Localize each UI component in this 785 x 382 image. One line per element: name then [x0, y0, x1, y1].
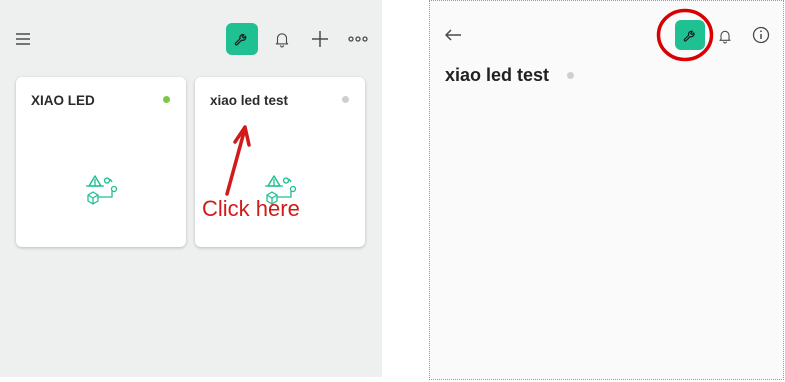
- plus-icon: [312, 31, 328, 47]
- back-button[interactable]: [442, 25, 464, 45]
- more-dots-icon: [348, 36, 368, 42]
- device-card-title: XIAO LED: [31, 93, 95, 108]
- device-title: xiao led test: [445, 65, 550, 85]
- status-offline-dot: [567, 72, 574, 79]
- device-card-xiao-led[interactable]: XIAO LED: [16, 77, 186, 247]
- device-blueprint-icon: [86, 175, 118, 205]
- device-card-title: xiao led test: [210, 93, 289, 108]
- bell-icon: [719, 30, 731, 44]
- info-button[interactable]: [750, 24, 772, 46]
- more-options-button[interactable]: [345, 27, 371, 51]
- annotation-arrow: [225, 125, 251, 196]
- bell-button[interactable]: [715, 25, 735, 47]
- status-online-dot: [163, 96, 170, 103]
- hamburger-menu-icon[interactable]: [12, 28, 34, 50]
- status-offline-dot: [342, 96, 349, 103]
- highlight-circle: [656, 8, 714, 62]
- add-button[interactable]: [308, 27, 332, 51]
- dashboard-panel: XIAO LED xiao led test Click here: [0, 0, 382, 377]
- arrow-left-icon: [445, 29, 461, 41]
- wrench-icon: [234, 33, 247, 46]
- info-icon: [752, 26, 770, 44]
- bell-icon: [275, 33, 289, 48]
- annotation-label: Click here: [202, 196, 300, 221]
- wrench-button[interactable]: [226, 23, 258, 55]
- bell-button[interactable]: [270, 27, 294, 51]
- device-detail-panel: xiao led test: [429, 0, 784, 380]
